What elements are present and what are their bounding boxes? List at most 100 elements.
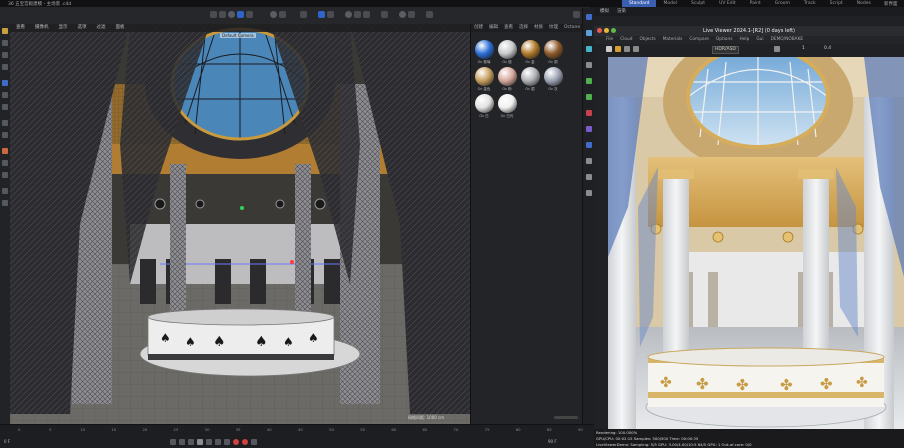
next-frame-icon[interactable] [206, 439, 212, 445]
redo-icon[interactable] [219, 11, 226, 18]
keyframe-icon[interactable] [251, 439, 257, 445]
material-swatch[interactable]: Oc 金色 [473, 67, 495, 92]
texture-icon[interactable] [586, 126, 592, 132]
model-mode-icon[interactable] [237, 11, 244, 18]
deformer-icon[interactable] [381, 11, 388, 18]
material-swatch[interactable]: Oc 铬 [496, 40, 518, 65]
brush-icon[interactable] [2, 148, 8, 154]
settings-icon[interactable] [586, 190, 592, 196]
live-viewer-menu-item[interactable]: Objects [639, 36, 655, 44]
extrude-icon[interactable] [2, 172, 8, 178]
rotate-icon[interactable] [2, 64, 8, 70]
material-menu-item[interactable]: 选择 [519, 24, 528, 32]
live-viewer-menu-item[interactable]: Help [740, 36, 750, 44]
render-mode-select[interactable]: HDR/ASD [712, 46, 739, 54]
goto-start-icon[interactable] [170, 439, 176, 445]
material-menu-item[interactable]: 材质 [534, 24, 543, 32]
goto-end-icon[interactable] [224, 439, 230, 445]
value-field-2[interactable]: 0.4 [824, 46, 831, 52]
live-viewer-menu-item[interactable]: Materials [663, 36, 683, 44]
structure-icon[interactable] [586, 62, 592, 68]
material-swatch[interactable]: Oc 白光 [496, 94, 518, 119]
camera-select-icon[interactable] [774, 46, 780, 52]
live-viewer-menu-item[interactable]: DEMO/NOBAKE [771, 36, 804, 44]
layout-tab-4[interactable]: Paint [743, 0, 768, 7]
snap-tool-icon[interactable] [2, 120, 8, 126]
material-menu-item[interactable]: 纹理 [549, 24, 558, 32]
select-icon[interactable] [2, 28, 8, 34]
render-settings-icon[interactable] [327, 11, 334, 18]
render-view-icon[interactable] [300, 11, 307, 18]
attribute-icon[interactable] [586, 30, 592, 36]
tag-icon[interactable] [426, 11, 433, 18]
material-zoom-slider[interactable] [554, 416, 578, 419]
send-scene-icon[interactable] [606, 46, 612, 52]
layout-tab-0[interactable]: Standard [622, 0, 657, 7]
live-viewer-menu-item[interactable]: Cloud [620, 36, 632, 44]
material-swatch[interactable]: Oc 铜 [542, 40, 564, 65]
autokey-icon[interactable] [242, 439, 248, 445]
material-menu-item[interactable]: Octane [564, 24, 580, 32]
edges-mode-icon[interactable] [2, 92, 8, 98]
stop-icon[interactable] [633, 46, 639, 52]
octane-icon[interactable] [586, 110, 592, 116]
viewport-menu-item[interactable]: 显示 [59, 24, 68, 32]
layout-icon[interactable] [573, 11, 580, 18]
light-tool-icon[interactable] [586, 142, 592, 148]
viewport-menu-item[interactable]: 查看 [16, 24, 25, 32]
camera-icon[interactable] [399, 11, 406, 18]
play-icon[interactable] [197, 439, 203, 445]
undo-icon[interactable] [210, 11, 217, 18]
polygons-mode-icon[interactable] [2, 104, 8, 110]
material-swatch[interactable]: Oc 银 [519, 67, 541, 92]
layout-tab-6[interactable]: Track [797, 0, 823, 7]
viewport-menu-item[interactable]: 面板 [116, 24, 125, 32]
layout-tab-1[interactable]: Model [656, 0, 684, 7]
next-key-icon[interactable] [215, 439, 221, 445]
layer-icon[interactable] [586, 46, 592, 52]
material-menu-item[interactable]: 查看 [504, 24, 513, 32]
viewport-menu-item[interactable]: 过滤 [97, 24, 106, 32]
restart-icon[interactable] [615, 46, 621, 52]
material-swatch[interactable]: Oc 灰 [542, 67, 564, 92]
prev-key-icon[interactable] [179, 439, 185, 445]
live-viewer-menu-item[interactable]: Options [716, 36, 733, 44]
end-frame[interactable]: 90 F [548, 439, 557, 444]
scale-icon[interactable] [2, 52, 8, 58]
material-swatch[interactable]: Oc 金 [519, 40, 541, 65]
axis-icon[interactable] [270, 11, 277, 18]
material-menu-item[interactable]: 编辑 [489, 24, 498, 32]
viewport-menu-item[interactable]: 选项 [78, 24, 87, 32]
prev-frame-icon[interactable] [188, 439, 194, 445]
live-viewer-menu-item[interactable]: Compare [689, 36, 709, 44]
record-icon[interactable] [233, 439, 239, 445]
magnet-icon[interactable] [2, 188, 8, 194]
material-swatch[interactable]: Oc 玻璃 [473, 40, 495, 65]
live-viewer-top-menu-item[interactable]: 渲染 [617, 7, 626, 16]
value-field-1[interactable]: 1 [802, 46, 805, 52]
pause-icon[interactable] [624, 46, 630, 52]
viewport-menu-item[interactable]: 摄像机 [35, 24, 49, 32]
knife-icon[interactable] [2, 160, 8, 166]
live-viewer-top-menu-item[interactable]: 模拟 [600, 7, 609, 16]
snap-icon[interactable] [279, 11, 286, 18]
scene-nodes-icon[interactable] [586, 94, 592, 100]
points-mode-icon[interactable] [2, 80, 8, 86]
move-icon[interactable] [2, 40, 8, 46]
lock-icon[interactable] [2, 200, 8, 206]
pen-icon[interactable] [354, 11, 361, 18]
cube-icon[interactable] [345, 11, 352, 18]
timeline[interactable]: 0 5 10 15 20 25 30 35 40 45 50 55 60 65 70 75 80 85 90 0 F… [0, 424, 594, 448]
layout-tab-7[interactable]: Script [823, 0, 850, 7]
material-menu-item[interactable]: 创建 [474, 24, 483, 32]
layout-tab-8[interactable]: Nodes [850, 0, 878, 7]
render-icon[interactable] [318, 11, 325, 18]
object-manager-icon[interactable] [586, 14, 592, 20]
move-mode-icon[interactable] [228, 11, 235, 18]
object-mode-icon[interactable] [246, 11, 253, 18]
material-swatch[interactable]: Oc 白 [473, 94, 495, 119]
workplane-icon[interactable] [2, 132, 8, 138]
3d-viewport[interactable]: ♠ ♠ ♠ ♠ ♠ ♠ 查看 摄像机 显示 选项 过滤 面板 Default Camera… [10, 24, 470, 424]
layout-tab-2[interactable]: Sculpt [684, 0, 712, 7]
light-icon[interactable] [408, 11, 415, 18]
